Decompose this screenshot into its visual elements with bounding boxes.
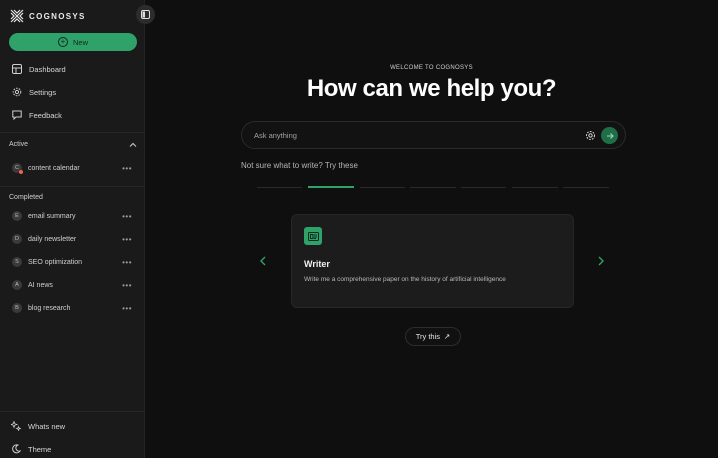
sidebar-item-feedback[interactable]: Feedback bbox=[12, 109, 62, 121]
bottom-item-label: Whats new bbox=[28, 421, 66, 431]
tab-indicator[interactable] bbox=[360, 187, 405, 188]
completed-item[interactable]: E email summary ••• bbox=[12, 210, 132, 222]
conversation-label: email summary bbox=[28, 212, 76, 220]
dashboard-icon bbox=[12, 64, 22, 74]
sidebar-item-label: Settings bbox=[29, 87, 57, 97]
feedback-icon bbox=[12, 110, 22, 120]
sparkle-icon bbox=[11, 421, 21, 431]
status-dot bbox=[19, 170, 23, 174]
completed-item[interactable]: D daily newsletter ••• bbox=[12, 233, 132, 245]
brand[interactable]: COGNOSYS bbox=[10, 9, 86, 23]
divider bbox=[0, 132, 145, 133]
section-title-active: Active bbox=[9, 141, 29, 148]
sidebar-item-settings[interactable]: Settings bbox=[12, 86, 56, 98]
avatar: S bbox=[12, 257, 22, 267]
welcome-eyebrow: WELCOME TO COGNOSYS bbox=[390, 65, 473, 71]
chevron-left-icon[interactable] bbox=[257, 255, 269, 267]
brand-name: COGNOSYS bbox=[29, 11, 86, 21]
search-input[interactable] bbox=[254, 129, 554, 142]
sidebar-item-label: Feedback bbox=[29, 110, 62, 120]
bottom-item-label: Theme bbox=[28, 444, 52, 454]
conversation-label: content calendar bbox=[28, 164, 80, 172]
avatar: A bbox=[12, 280, 22, 290]
more-options-icon[interactable]: ••• bbox=[122, 164, 132, 173]
card-title: Writer bbox=[304, 259, 330, 269]
sidebar-item-label: Dashboard bbox=[29, 64, 66, 74]
try-this-button[interactable]: Try this ↗ bbox=[405, 327, 461, 346]
card-description: Write me a comprehensive paper on the hi… bbox=[304, 276, 506, 283]
tab-indicator[interactable] bbox=[512, 187, 558, 188]
more-options-icon[interactable]: ••• bbox=[122, 281, 132, 290]
avatar: D bbox=[12, 234, 22, 244]
send-button[interactable] bbox=[601, 127, 618, 144]
more-options-icon[interactable]: ••• bbox=[122, 304, 132, 313]
conversation-label: daily newsletter bbox=[28, 235, 77, 243]
arrow-up-right-icon: ↗ bbox=[444, 332, 451, 341]
search-bar bbox=[241, 121, 626, 149]
more-options-icon[interactable]: ••• bbox=[122, 235, 132, 244]
divider bbox=[0, 186, 145, 187]
active-item-content-calendar[interactable]: C content calendar ••• bbox=[12, 162, 132, 174]
whats-new-button[interactable]: Whats new bbox=[11, 420, 65, 432]
chevron-up-icon[interactable] bbox=[129, 141, 137, 149]
sidebar: COGNOSYS + New Dashboard Settings Feedba… bbox=[0, 0, 145, 458]
completed-item[interactable]: S SEO optimization ••• bbox=[12, 256, 132, 268]
suggestion-tabs bbox=[257, 186, 609, 190]
conversation-label: blog research bbox=[28, 304, 71, 312]
tab-indicator[interactable] bbox=[461, 187, 506, 188]
chevron-right-icon[interactable] bbox=[595, 255, 607, 267]
suggestion-hint: Not sure what to write? Try these bbox=[241, 161, 358, 170]
theme-button[interactable]: Theme bbox=[11, 443, 51, 455]
collapse-sidebar-button[interactable] bbox=[136, 5, 155, 24]
cognosys-logo-icon bbox=[10, 9, 24, 23]
suggestion-card[interactable]: Writer Write me a comprehensive paper on… bbox=[291, 214, 574, 308]
conversation-label: SEO optimization bbox=[28, 258, 83, 266]
tab-indicator[interactable] bbox=[257, 187, 302, 188]
try-this-label: Try this bbox=[415, 332, 440, 341]
divider bbox=[0, 411, 145, 412]
writer-icon bbox=[304, 227, 322, 245]
completed-item[interactable]: B blog research ••• bbox=[12, 302, 132, 314]
gear-icon[interactable] bbox=[585, 130, 596, 141]
tab-indicator[interactable] bbox=[563, 187, 609, 188]
gear-icon bbox=[12, 87, 22, 97]
completed-item[interactable]: A AI news ••• bbox=[12, 279, 132, 291]
section-title-completed: Completed bbox=[9, 194, 43, 201]
more-options-icon[interactable]: ••• bbox=[122, 258, 132, 267]
new-button-label: New bbox=[72, 37, 88, 47]
page-title: How can we help you? bbox=[306, 75, 557, 102]
conversation-label: AI news bbox=[28, 281, 53, 289]
arrow-right-icon bbox=[606, 132, 614, 139]
moon-icon bbox=[12, 444, 21, 454]
tab-indicator[interactable] bbox=[410, 187, 456, 188]
tab-indicator-active[interactable] bbox=[308, 186, 354, 188]
sidebar-toggle-icon bbox=[141, 10, 150, 19]
plus-circle-icon: + bbox=[57, 37, 68, 47]
sidebar-item-dashboard[interactable]: Dashboard bbox=[12, 63, 66, 75]
avatar: C bbox=[12, 163, 23, 174]
avatar: E bbox=[12, 211, 22, 221]
more-options-icon[interactable]: ••• bbox=[122, 212, 132, 221]
avatar: B bbox=[12, 303, 22, 313]
new-button[interactable]: + New bbox=[9, 33, 137, 51]
